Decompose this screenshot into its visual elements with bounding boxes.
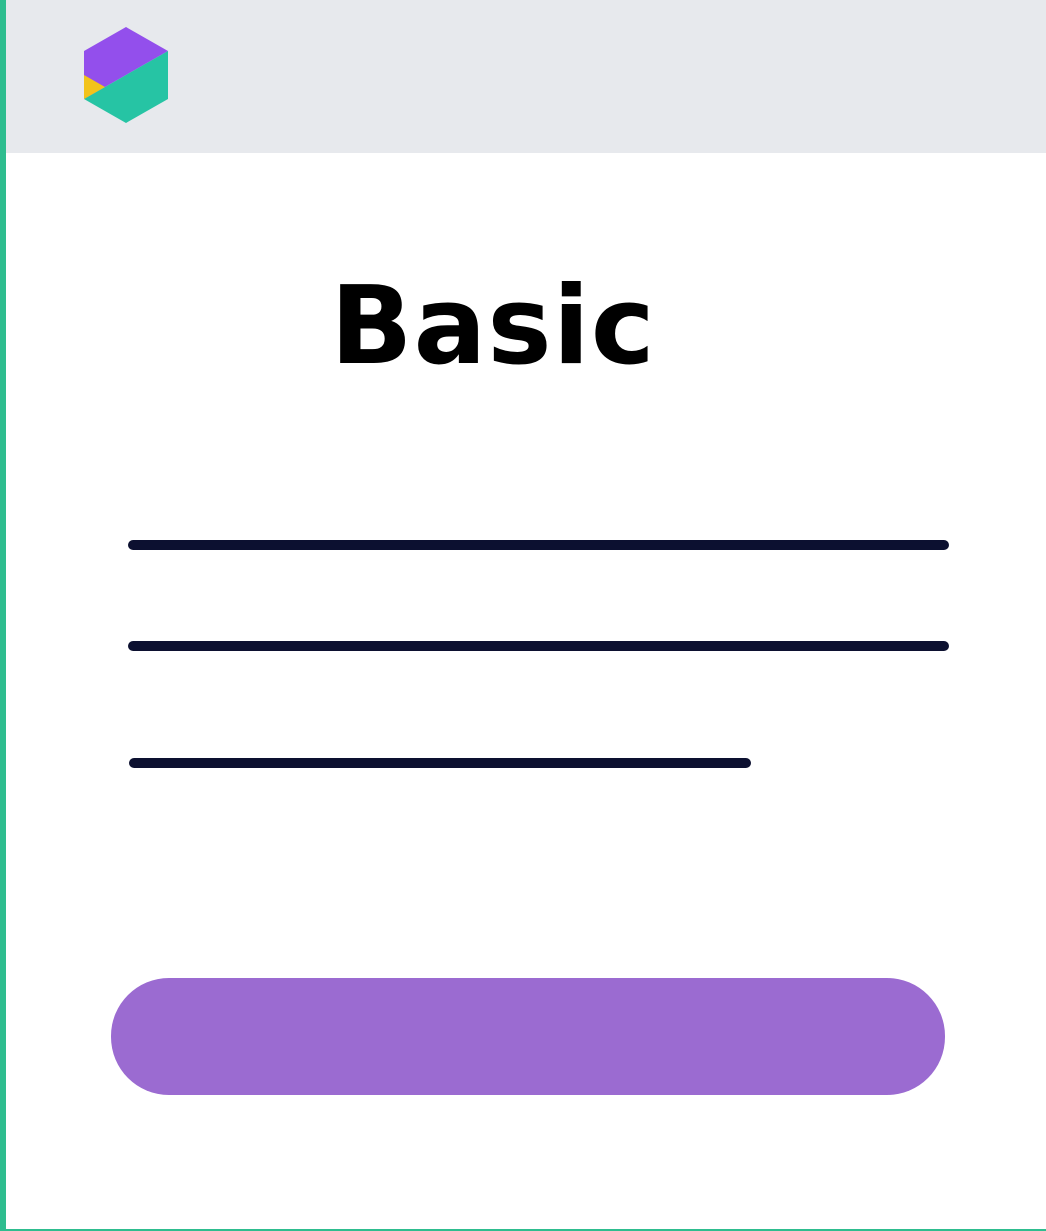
- feature-line-placeholder: [128, 641, 949, 651]
- hexagon-logo-icon: [84, 27, 168, 123]
- feature-line-placeholder: [128, 540, 949, 550]
- plan-title: Basic: [330, 264, 656, 389]
- select-plan-button[interactable]: [111, 978, 945, 1095]
- feature-line-placeholder: [129, 758, 751, 768]
- pricing-card: Basic: [0, 0, 1046, 1231]
- card-header: [6, 0, 1046, 153]
- left-accent-bar: [0, 0, 6, 1231]
